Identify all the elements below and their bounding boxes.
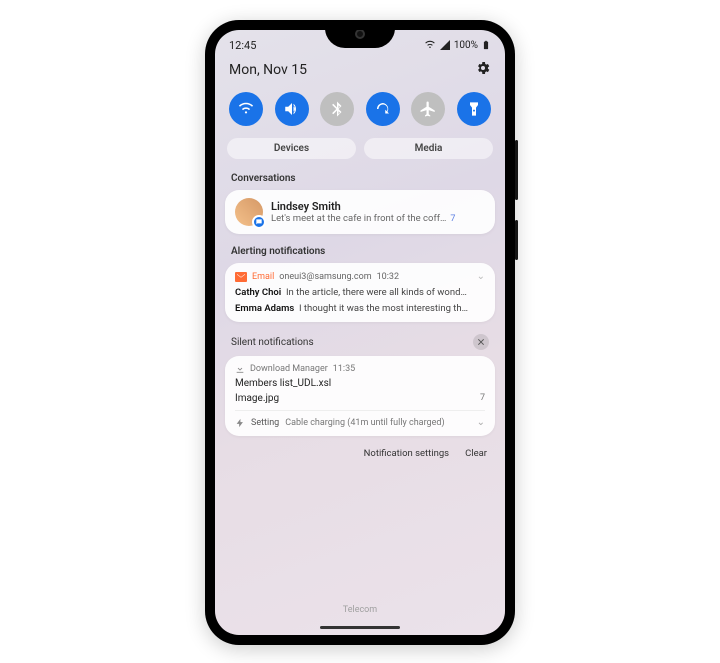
alert-time: 10:32	[377, 272, 399, 282]
conversations-header: Conversations	[215, 167, 505, 188]
charging-notification[interactable]: Setting Cable charging (41m until fully …	[235, 410, 485, 428]
conversation-text: Lindsey Smith Let's meet at the cafe in …	[271, 200, 485, 224]
contact-avatar	[235, 198, 263, 226]
qs-flashlight-toggle[interactable]	[457, 92, 491, 126]
qs-wifi-toggle[interactable]	[229, 92, 263, 126]
screen: 12:45 100% Mon, Nov 15 Devices Medi	[215, 30, 505, 635]
power-button	[515, 220, 518, 260]
messages-app-badge	[252, 215, 266, 229]
notification-footer: Notification settings Clear	[215, 442, 505, 465]
volume-rocker	[515, 140, 518, 200]
silent-header-row: Silent notifications	[215, 328, 505, 354]
alert-sender: oneui3@samsung.com	[279, 272, 371, 282]
chat-icon	[255, 218, 263, 226]
alert-item-2: Emma Adams I thought it was the most int…	[235, 303, 485, 314]
alerting-header: Alerting notifications	[215, 240, 505, 261]
qs-bluetooth-toggle[interactable]	[320, 92, 354, 126]
notification-settings-link[interactable]: Notification settings	[364, 448, 449, 459]
settings-gear-button[interactable]	[475, 60, 491, 80]
quick-settings-row	[215, 88, 505, 134]
qs-sound-toggle[interactable]	[275, 92, 309, 126]
chevron-down-icon[interactable]: ⌄	[477, 271, 485, 282]
phone-frame: 12:45 100% Mon, Nov 15 Devices Medi	[205, 20, 515, 645]
qs-airplane-toggle[interactable]	[411, 92, 445, 126]
notch	[325, 30, 395, 48]
status-time: 12:45	[229, 39, 256, 52]
conversation-count: 7	[450, 214, 455, 224]
close-icon	[477, 338, 485, 346]
silent-header: Silent notifications	[231, 337, 314, 348]
flashlight-icon	[466, 101, 482, 117]
setting-text: Cable charging (41m until fully charged)	[285, 418, 444, 428]
setting-app: Setting	[251, 418, 279, 428]
wifi-status-icon	[424, 39, 436, 51]
nav-handle[interactable]	[320, 626, 400, 629]
signal-status-icon	[439, 39, 451, 51]
front-camera	[355, 30, 365, 39]
conversation-sender: Lindsey Smith	[271, 200, 485, 213]
speaker-icon	[283, 100, 301, 118]
rotate-icon	[374, 100, 392, 118]
alert-header: Email oneui3@samsung.com 10:32 ⌄	[235, 271, 485, 282]
download-icon	[235, 364, 245, 374]
battery-pct: 100%	[454, 40, 478, 51]
email-icon	[235, 272, 247, 282]
battery-icon	[481, 38, 491, 52]
conversation-preview: Let's meet at the cafe in front of the c…	[271, 213, 446, 224]
alerting-notification[interactable]: Email oneui3@samsung.com 10:32 ⌄ Cathy C…	[225, 263, 495, 322]
download-header: Download Manager 11:35	[235, 364, 485, 374]
qs-rotate-toggle[interactable]	[366, 92, 400, 126]
status-right: 100%	[424, 38, 491, 52]
alert-item-1: Cathy Choi In the article, there were al…	[235, 287, 485, 298]
alert-app: Email	[252, 272, 274, 282]
gear-icon	[475, 60, 491, 76]
panel-pills: Devices Media	[215, 134, 505, 167]
conversation-notification[interactable]: Lindsey Smith Let's meet at the cafe in …	[225, 190, 495, 234]
devices-pill[interactable]: Devices	[227, 138, 356, 159]
carrier-label: Telecom	[215, 605, 505, 615]
download-app: Download Manager	[250, 364, 328, 374]
wifi-icon	[237, 100, 255, 118]
bolt-icon	[235, 418, 245, 428]
bluetooth-icon	[328, 100, 346, 118]
date-row: Mon, Nov 15	[215, 56, 505, 88]
clear-all-button[interactable]: Clear	[465, 448, 487, 459]
download-file-1: Members list_UDL.xsl	[235, 378, 485, 389]
download-file-2: Image.jpg7	[235, 393, 485, 404]
silent-notification-group[interactable]: Download Manager 11:35 Members list_UDL.…	[225, 356, 495, 436]
download-time: 11:35	[333, 364, 355, 374]
airplane-icon	[419, 100, 437, 118]
date-label: Mon, Nov 15	[229, 62, 307, 78]
dismiss-silent-button[interactable]	[473, 334, 489, 350]
chevron-down-icon[interactable]: ⌄	[477, 417, 485, 428]
media-pill[interactable]: Media	[364, 138, 493, 159]
